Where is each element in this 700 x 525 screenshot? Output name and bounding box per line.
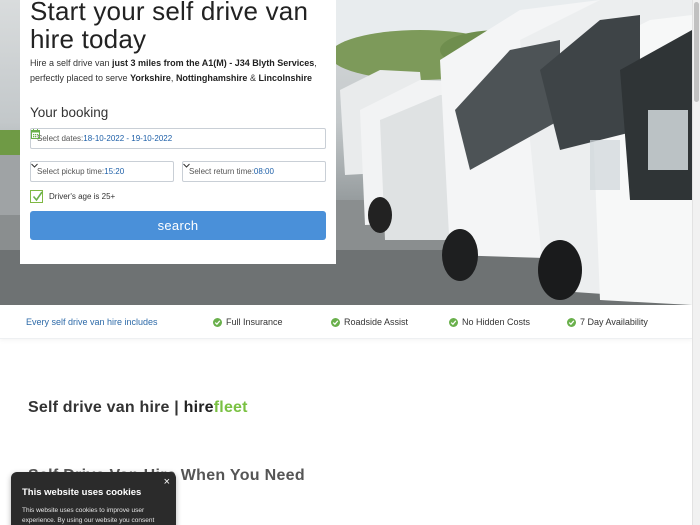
section-title: Self drive van hire | hirefleet xyxy=(28,399,248,417)
feature-label: No Hidden Costs xyxy=(462,317,531,327)
chevron-down-icon xyxy=(31,163,38,168)
hero-title: Start your self drive van hire today xyxy=(30,0,309,54)
date-range-label: Select dates: xyxy=(37,134,84,143)
features-intro-link[interactable]: Every self drive van hire includes xyxy=(26,317,158,327)
driver-age-row: Driver's age is 25+ xyxy=(30,190,326,203)
cookie-text: This website uses cookies to improve use… xyxy=(22,507,155,524)
feature-item: No Hidden Costs xyxy=(449,317,530,327)
feature-item: 7 Day Availability xyxy=(567,317,648,327)
close-icon[interactable]: × xyxy=(164,476,170,488)
calendar-icon[interactable] xyxy=(31,129,40,139)
brand-fleet: fleet xyxy=(213,399,248,416)
check-circle-icon xyxy=(213,317,222,327)
hero-desc-bold: just 3 miles from the A1(M) - J34 Blyth … xyxy=(112,58,315,68)
pickup-time-label: Select pickup time: xyxy=(37,167,105,176)
feature-label: Full Insurance xyxy=(226,317,283,327)
pickup-time-value: 15:20 xyxy=(104,167,125,176)
hero-desc-bold: Nottinghamshire xyxy=(175,72,248,83)
cookie-banner: × This website uses cookies This website… xyxy=(11,472,176,525)
cookie-title: This website uses cookies xyxy=(22,487,142,498)
return-time-value: 08:00 xyxy=(253,167,274,176)
feature-label: 7 Day Availability xyxy=(580,317,648,327)
booking-heading: Your booking xyxy=(30,105,109,120)
date-range-input[interactable]: Select dates: 18-10-2022 - 19-10-2022 xyxy=(30,128,326,149)
check-circle-icon xyxy=(567,317,576,327)
pickup-time-select[interactable]: Select pickup time: 15:20 xyxy=(30,161,174,182)
return-time-label: Select return time: xyxy=(189,167,254,176)
search-button[interactable]: search xyxy=(30,211,326,240)
hero-desc-text: & xyxy=(247,72,259,83)
driver-age-checkbox[interactable] xyxy=(30,190,43,203)
date-range-value: 18-10-2022 - 19-10-2022 xyxy=(83,134,173,143)
hero-banner: Start your self drive van hire today Hir… xyxy=(0,0,692,305)
hero-desc-text: Hire a self drive van xyxy=(30,58,113,68)
booking-panel: Start your self drive van hire today Hir… xyxy=(20,0,336,264)
scrollbar-thumb[interactable] xyxy=(694,2,699,102)
hero-desc-bold: Yorkshire xyxy=(130,72,171,83)
return-time-select[interactable]: Select return time: 08:00 xyxy=(182,161,326,182)
check-circle-icon xyxy=(449,317,458,327)
features-bar: Every self drive van hire includes Full … xyxy=(0,305,692,339)
page-scrollbar[interactable] xyxy=(692,0,700,525)
driver-age-label: Driver's age is 25+ xyxy=(49,192,116,201)
check-icon xyxy=(32,191,43,202)
check-circle-icon xyxy=(331,317,340,327)
hero-description: Hire a self drive van just 3 miles from … xyxy=(30,56,326,85)
feature-label: Roadside Assist xyxy=(344,317,409,327)
feature-item: Roadside Assist xyxy=(331,317,408,327)
hero-desc-bold: Lincolnshire xyxy=(258,72,312,83)
feature-item: Full Insurance xyxy=(213,317,283,327)
time-select-row: Select pickup time: 15:20 Select return … xyxy=(30,161,326,182)
brand-hire: hire xyxy=(183,399,214,416)
chevron-down-icon xyxy=(183,163,190,168)
section-title-prefix: Self drive van hire | xyxy=(28,399,184,416)
